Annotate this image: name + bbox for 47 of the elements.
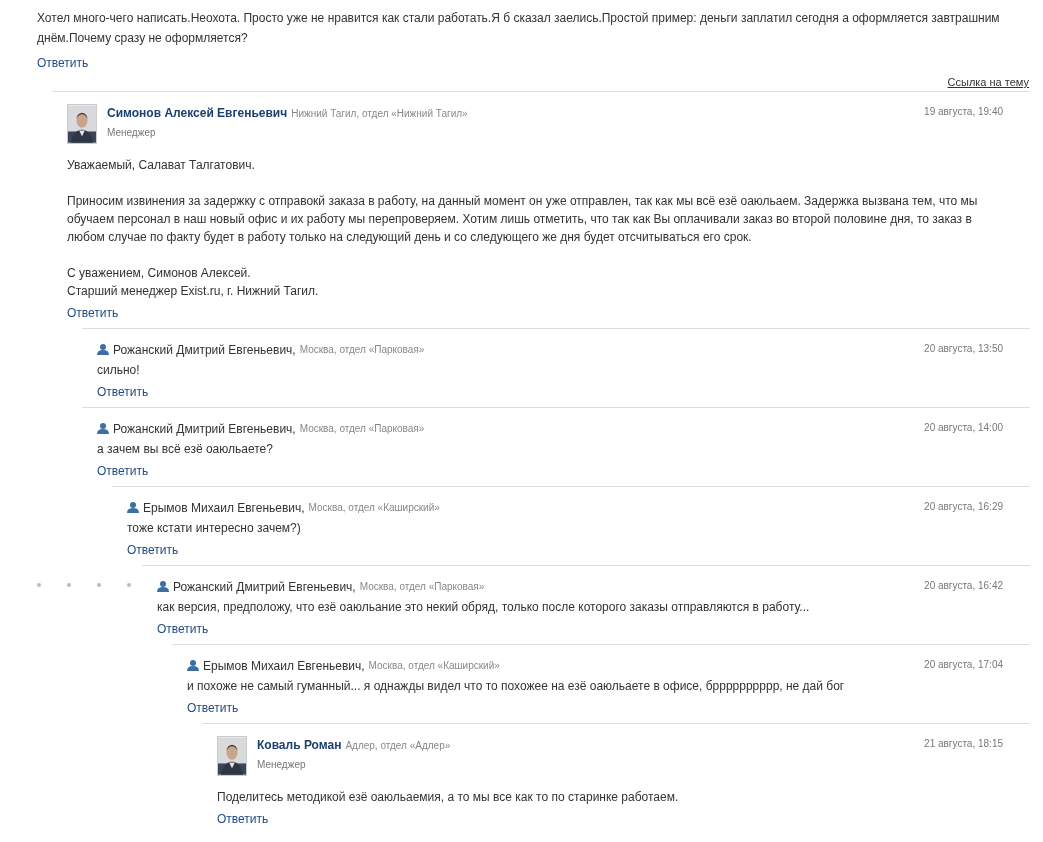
- user-icon: [97, 344, 109, 355]
- comment-text: Уважаемый, Салават Талгатович.: [67, 156, 256, 174]
- comment-text: и похоже не самый гуманный... я однажды видел что то похожее на езё оаюльаете в офисе, брррррррррр, не дай бог: [187, 677, 846, 695]
- user-icon: [187, 660, 199, 671]
- topic-link[interactable]: Ссылка на тему: [947, 74, 1029, 91]
- author-location: Нижний Тагил, отдел «Нижний Тагил»: [291, 106, 468, 121]
- reply-link[interactable]: Ответить: [37, 54, 89, 72]
- author-location: Москва, отдел «Парковая»: [299, 422, 425, 436]
- author-location: Адлер, отдел «Адлер»: [345, 738, 451, 753]
- comment-date: 20 августа, 16:42: [924, 578, 1003, 593]
- reply-link[interactable]: Ответить: [67, 303, 119, 322]
- author-location: Москва, отдел «Каширский»: [368, 659, 500, 673]
- comment-text: С уважением, Симонов Алексей. Старший менеджер Exist.ru, г. Нижний Тагил.: [67, 264, 320, 300]
- comment-date: 20 августа, 14:00: [924, 420, 1003, 435]
- user-icon: [127, 502, 139, 513]
- comment-text: Поделитесь методикой езё оаюльаемия, а то мы все как то по старинке работаем.: [217, 788, 680, 806]
- comment-date: 20 августа, 17:04: [924, 657, 1003, 672]
- author-location: Москва, отдел «Парковая»: [359, 580, 485, 594]
- comment-date: 20 августа, 16:29: [924, 499, 1003, 514]
- comment-text: а зачем вы всё езё оаюльаете?: [97, 440, 274, 458]
- comment-text: Хотел много-чего написать.Неохота. Просто уже не нравится как стали работать.Я б сказал заелись.Простой пример: деньги заплатил сегодня а оформляется завтрашним днём.Почему сразу не оформляется?: [37, 10, 1001, 47]
- author-role: Менеджер: [257, 757, 307, 772]
- reply-link[interactable]: Ответить: [217, 809, 269, 828]
- user-icon: [97, 423, 109, 434]
- comment-text: как версия, предположу, что езё оаюльание это некий обряд, только после которого заказы отправляются в работу...: [157, 598, 811, 616]
- comment-text: Приносим извинения за задержку с отправокй заказа в работу, на данный момент он уже отправлен, так как мы всё езё оаюльаем. Задержка вызвана тем, что мы обучаем персонал в наш новый офис и их работу мы перепроверяем. Хотим лишь отметить, что так как Вы оплачивали заказ во второй половине дня, то заказ в любом случае по факту будет в работу только на следующий день и со следующего же дня будет отсчитываться его срок.: [67, 192, 979, 246]
- author-location: Москва, отдел «Парковая»: [299, 343, 425, 357]
- author-name[interactable]: Симонов Алексей Евгеньевич: [107, 103, 288, 122]
- reply-link[interactable]: Ответить: [127, 540, 179, 559]
- reply-link[interactable]: Ответить: [97, 382, 149, 401]
- author-name: Рожанский Дмитрий Евгеньевич,: [113, 341, 296, 359]
- comment-date: 21 августа, 18:15: [924, 736, 1003, 751]
- author-name: Рожанский Дмитрий Евгеньевич,: [173, 578, 356, 596]
- reply-link[interactable]: Ответить: [157, 619, 209, 638]
- comment-text: сильно!: [97, 361, 141, 379]
- comment-date: 19 августа, 19:40: [924, 104, 1003, 119]
- user-icon: [157, 581, 169, 592]
- comment-text: тоже кстати интересно зачем?): [127, 519, 302, 537]
- author-name[interactable]: Коваль Роман: [257, 735, 342, 754]
- author-name: Ерымов Михаил Евгеньевич,: [143, 499, 305, 517]
- comment-date: 20 августа, 13:50: [924, 341, 1003, 356]
- author-location: Москва, отдел «Каширский»: [308, 501, 440, 515]
- author-name: Ерымов Михаил Евгеньевич,: [203, 657, 365, 675]
- author-role: Менеджер: [107, 125, 157, 140]
- reply-link[interactable]: Ответить: [97, 461, 149, 480]
- reply-link[interactable]: Ответить: [187, 698, 239, 717]
- author-name: Рожанский Дмитрий Евгеньевич,: [113, 420, 296, 438]
